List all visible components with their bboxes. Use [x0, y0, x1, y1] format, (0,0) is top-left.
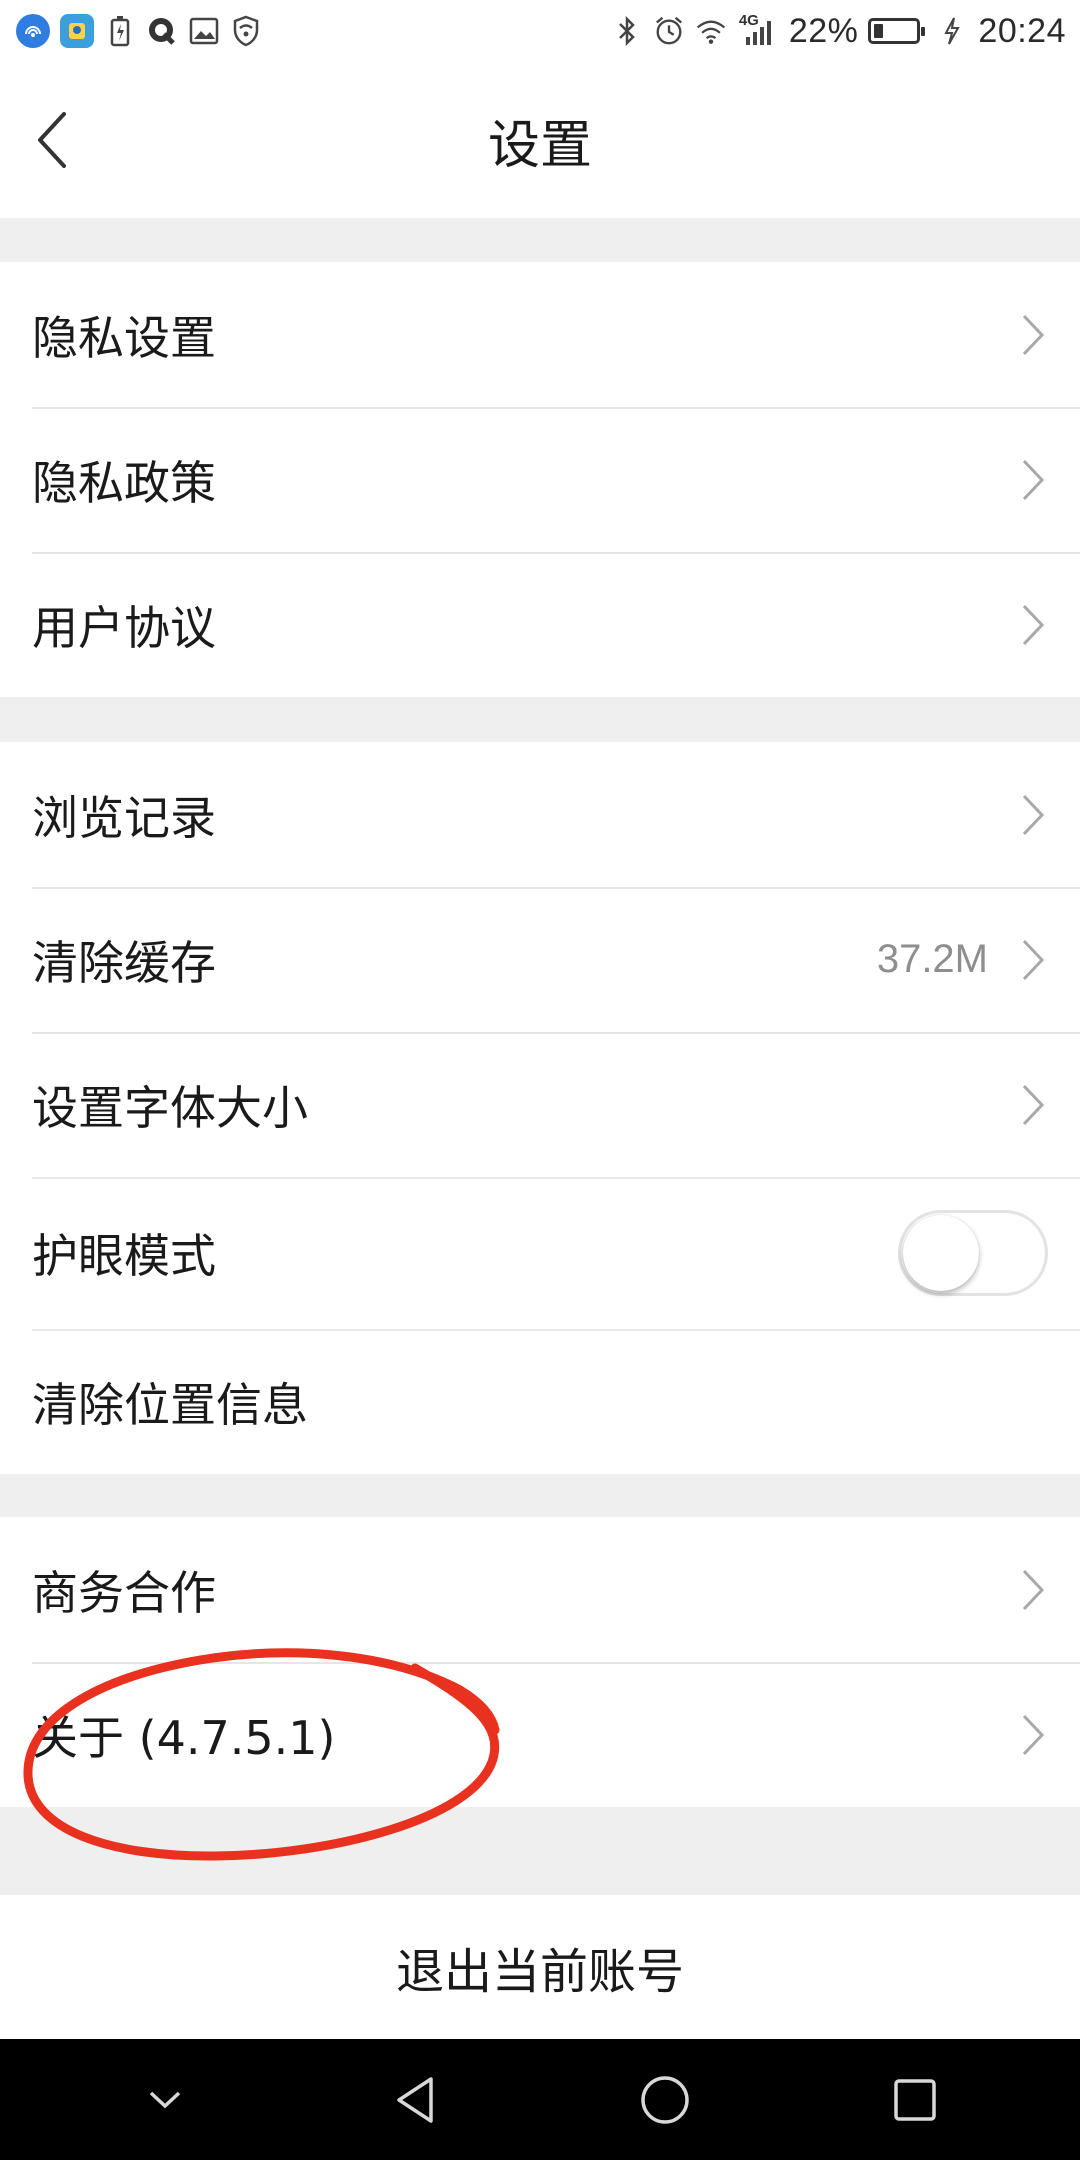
status-bar: 4G 22% 20:24: [0, 0, 1080, 62]
chevron-right-icon: [1018, 1711, 1048, 1759]
settings-item-label: 用户协议: [32, 600, 216, 655]
settings-section-general: 浏览记录 清除缓存 37.2M 设置字体大小 护眼模式 清除位置信息: [0, 742, 1080, 1474]
settings-item-about[interactable]: 关于 (4.7.5.1): [0, 1662, 1080, 1807]
eye-protection-toggle[interactable]: [898, 1210, 1048, 1296]
chevron-right-icon: [1018, 1566, 1048, 1614]
clock: 20:24: [978, 11, 1066, 50]
chevron-right-icon: [1018, 311, 1048, 359]
cellular-icon: 4G: [737, 12, 779, 48]
chevron-right-icon: [1018, 601, 1048, 649]
nav-back-button[interactable]: [375, 2060, 455, 2140]
wifi-icon: [695, 14, 727, 48]
settings-item-label: 关于 (4.7.5.1): [32, 1710, 336, 1765]
settings-item-label: 护眼模式: [32, 1229, 216, 1283]
settings-item-label: 商务合作: [32, 1565, 216, 1620]
image-icon: [188, 14, 220, 48]
settings-section-privacy: 隐私设置 隐私政策 用户协议: [0, 262, 1080, 697]
alarm-icon: [653, 14, 685, 48]
nav-home-button[interactable]: [625, 2060, 705, 2140]
chevron-right-icon: [1018, 456, 1048, 504]
battery-saver-icon: [104, 14, 136, 48]
settings-item-label: 清除位置信息: [32, 1377, 308, 1432]
settings-item-label: 浏览记录: [32, 790, 216, 845]
settings-item-clear-cache[interactable]: 清除缓存 37.2M: [0, 887, 1080, 1032]
charging-icon: [936, 14, 968, 48]
battery-fill: [874, 24, 884, 38]
back-triangle-icon: [397, 2076, 433, 2123]
back-button[interactable]: [22, 100, 82, 180]
page-title: 设置: [487, 115, 592, 176]
settings-item-font-size[interactable]: 设置字体大小: [0, 1032, 1080, 1177]
toggle-knob: [903, 1215, 979, 1291]
app-header: 设置: [0, 62, 1080, 218]
settings-item-label: 隐私政策: [32, 455, 216, 510]
settings-item-privacy-settings[interactable]: 隐私设置: [0, 262, 1080, 407]
settings-item-privacy-policy[interactable]: 隐私政策: [0, 407, 1080, 552]
collapse-icon: [149, 2091, 181, 2108]
settings-item-eye-protection: 护眼模式: [0, 1177, 1080, 1329]
chevron-right-icon: [1018, 1081, 1048, 1129]
collapse-button[interactable]: [125, 2060, 205, 2140]
bluetooth-icon: [611, 14, 643, 48]
nav-recents-button[interactable]: [875, 2060, 955, 2140]
recents-square-icon: [894, 2078, 936, 2121]
network-type-label: 4G: [738, 12, 759, 29]
shield-icon: [230, 14, 262, 48]
settings-section-about: 商务合作 关于 (4.7.5.1): [0, 1517, 1080, 1807]
settings-item-label: 设置字体大小: [32, 1080, 308, 1135]
q-app-icon: [146, 14, 178, 48]
cache-size-value: 37.2M: [876, 937, 988, 981]
battery-percent: 22%: [788, 11, 859, 50]
settings-item-business[interactable]: 商务合作: [0, 1517, 1080, 1662]
system-nav-bar: [0, 2039, 1080, 2160]
settings-item-clear-location[interactable]: 清除位置信息: [0, 1329, 1080, 1474]
status-bar-right: 4G 22% 20:24: [611, 12, 1066, 51]
chevron-left-icon: [38, 112, 66, 168]
home-circle-icon: [641, 2075, 689, 2124]
settings-item-label: 清除缓存: [32, 935, 216, 990]
settings-item-browsing-history[interactable]: 浏览记录: [0, 742, 1080, 887]
battery-icon: [868, 18, 926, 44]
photo-app-icon: [60, 14, 94, 48]
settings-item-user-agreement[interactable]: 用户协议: [0, 552, 1080, 697]
chevron-right-icon: [1018, 936, 1048, 984]
signal-app-icon: [16, 14, 50, 48]
chevron-right-icon: [1018, 791, 1048, 839]
logout-label: 退出当前账号: [395, 1944, 684, 2000]
settings-item-label: 隐私设置: [32, 310, 216, 365]
logout-button[interactable]: 退出当前账号: [0, 1895, 1080, 2039]
status-bar-left: [16, 14, 262, 48]
